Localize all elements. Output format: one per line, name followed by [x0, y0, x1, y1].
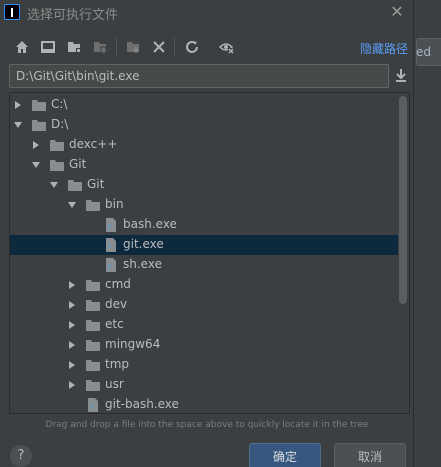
tree-row-label: D:\ — [51, 117, 69, 131]
select-executable-dialog: 选择可执行文件 ✕ 隐藏路径 D:\Git\Git\bin\git.exe C:… — [0, 0, 414, 467]
folder-icon — [86, 340, 100, 351]
tree-row-d-drive[interactable]: D:\ — [10, 115, 398, 135]
project-folder-icon[interactable] — [91, 38, 109, 56]
executable-file-icon: ? — [106, 258, 116, 272]
tree-row-label: Git — [69, 157, 87, 171]
tree-row-folder[interactable]: bin — [10, 195, 398, 215]
drive-icon — [32, 120, 46, 131]
tree-row-label: bash.exe — [123, 217, 177, 231]
executable-file-icon: ? — [88, 398, 98, 412]
executable-file-icon: ? — [106, 218, 116, 232]
tree-row-folder[interactable]: dev — [10, 295, 398, 315]
svg-text:?: ? — [107, 223, 111, 232]
chevron-down-icon[interactable] — [49, 180, 59, 190]
chevron-right-icon[interactable] — [67, 340, 77, 350]
tree-row-folder[interactable]: dexc++ — [10, 135, 398, 155]
tree-row-label: sh.exe — [123, 257, 162, 271]
chevron-down-icon[interactable] — [13, 120, 23, 130]
cancel-button[interactable]: 取消 — [334, 443, 406, 467]
chevron-right-icon[interactable] — [67, 300, 77, 310]
folder-icon — [86, 280, 100, 291]
window-title: 选择可执行文件 — [27, 8, 119, 23]
tree-row-file[interactable]: ? bash.exe — [10, 215, 398, 235]
intellij-logo-icon — [4, 4, 20, 20]
drag-drop-hint: Drag and drop a file into the space abov… — [45, 420, 369, 430]
new-folder-plus-icon[interactable] — [124, 38, 142, 56]
close-button[interactable]: ✕ — [387, 2, 407, 22]
executable-file-icon: ? — [106, 238, 116, 252]
tree-row-folder[interactable]: usr — [10, 375, 398, 395]
hide-path-link[interactable]: 隐藏路径 — [360, 40, 408, 57]
desktop-icon[interactable] — [39, 38, 57, 56]
tree-row-label: mingw64 — [105, 337, 161, 351]
tree-row-label: dexc++ — [69, 137, 118, 151]
tree-row-label: C:\ — [51, 97, 68, 111]
path-input[interactable]: D:\Git\Git\bin\git.exe — [9, 64, 389, 88]
svg-text:?: ? — [107, 263, 111, 272]
tree-row-file-selected[interactable]: ? git.exe — [10, 235, 398, 255]
tree-row-label: tmp — [105, 357, 130, 371]
toolbar-separator — [116, 38, 117, 56]
file-tree[interactable]: C:\ D:\ dexc++ Git Git bin ? bash.exe ? … — [9, 92, 410, 414]
svg-text:?: ? — [89, 403, 93, 412]
show-hidden-icon[interactable] — [218, 38, 236, 56]
download-icon[interactable] — [392, 66, 410, 84]
title-bar: 选择可执行文件 ✕ — [0, 0, 414, 26]
tree-row-folder[interactable]: tmp — [10, 355, 398, 375]
drive-icon — [32, 100, 46, 111]
toolbar: 隐藏路径 — [0, 34, 414, 60]
tree-row-folder[interactable]: mingw64 — [10, 335, 398, 355]
tree-row-file[interactable]: ? git-bash.exe — [10, 395, 398, 413]
refresh-icon[interactable] — [183, 38, 201, 56]
help-button[interactable]: ? — [10, 445, 32, 467]
chevron-right-icon[interactable] — [31, 140, 41, 150]
folder-icon — [50, 140, 64, 151]
tree-row-folder[interactable]: Git — [10, 175, 398, 195]
folder-icon — [68, 180, 82, 191]
chevron-down-icon[interactable] — [67, 200, 77, 210]
background-app-text: ed — [416, 45, 431, 59]
svg-text:?: ? — [107, 243, 111, 252]
tree-row-c-drive[interactable]: C:\ — [10, 95, 398, 115]
tree-row-label: etc — [105, 317, 124, 331]
tree-row-label: git-bash.exe — [105, 397, 179, 411]
new-folder-icon[interactable] — [65, 38, 83, 56]
chevron-down-icon[interactable] — [31, 160, 41, 170]
chevron-right-icon[interactable] — [67, 360, 77, 370]
chevron-right-icon[interactable] — [13, 100, 23, 110]
tree-row-label: cmd — [105, 277, 131, 291]
tree-scrollbar[interactable] — [399, 96, 407, 304]
tree-row-folder[interactable]: cmd — [10, 275, 398, 295]
folder-icon — [86, 320, 100, 331]
folder-icon — [86, 360, 100, 371]
delete-icon[interactable] — [150, 38, 168, 56]
folder-icon — [50, 160, 64, 171]
chevron-right-icon[interactable] — [67, 380, 77, 390]
tree-row-label: Git — [87, 177, 105, 191]
tree-row-label: dev — [105, 297, 128, 311]
background-app-text-area: ed — [414, 0, 441, 467]
tree-row-file[interactable]: ? sh.exe — [10, 255, 398, 275]
folder-icon — [86, 200, 100, 211]
tree-row-label: bin — [105, 197, 124, 211]
tree-row-label: git.exe — [123, 237, 164, 251]
tree-row-folder[interactable]: etc — [10, 315, 398, 335]
chevron-right-icon[interactable] — [67, 280, 77, 290]
tree-row-folder[interactable]: Git — [10, 155, 398, 175]
ok-button[interactable]: 确定 — [249, 443, 321, 467]
folder-icon — [86, 380, 100, 391]
tree-row-label: usr — [105, 377, 124, 391]
chevron-right-icon[interactable] — [67, 320, 77, 330]
folder-icon — [86, 300, 100, 311]
home-icon[interactable] — [13, 38, 31, 56]
toolbar-separator — [174, 38, 175, 56]
